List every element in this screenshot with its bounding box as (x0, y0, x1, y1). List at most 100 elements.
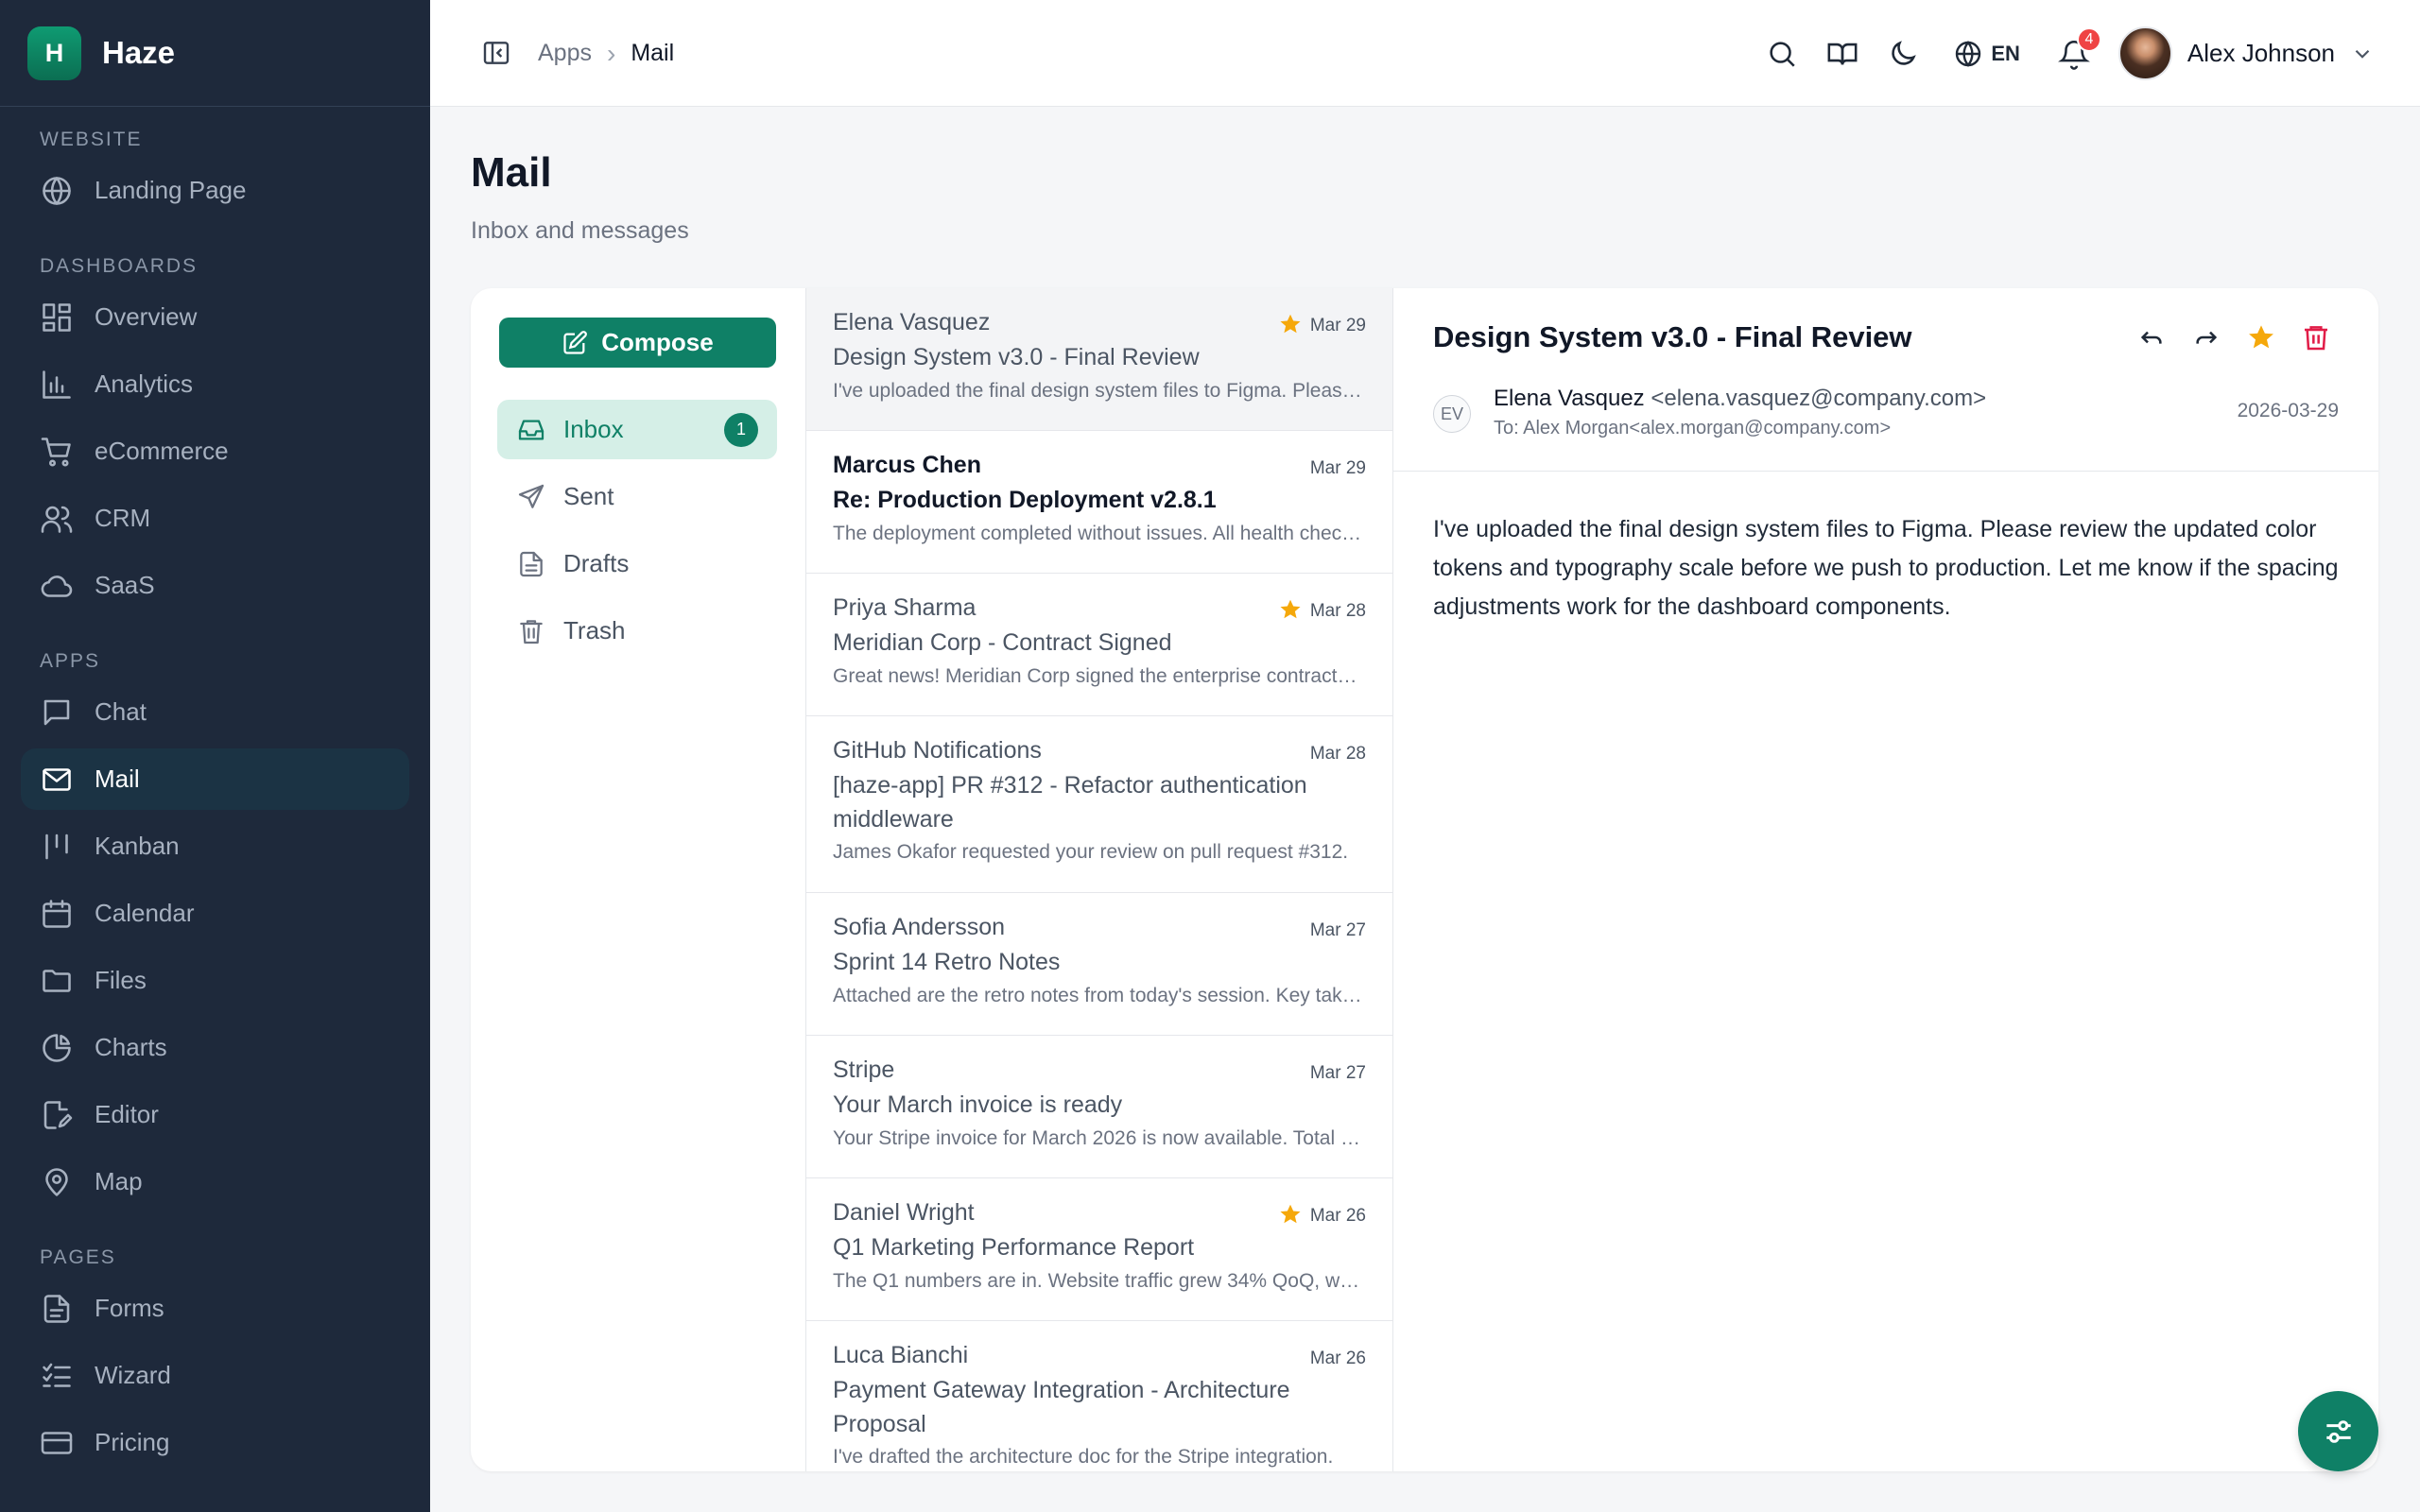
sidebar-item-label: Analytics (95, 369, 194, 398)
brand-name: Haze (102, 35, 176, 70)
message-list-item[interactable]: GitHub Notifications Mar 28 [haze-app] PR … (806, 716, 1392, 893)
message-list-item[interactable]: Luca Bianchi Mar 26 Payment Gateway Integr… (806, 1321, 1392, 1471)
customizer-button[interactable] (2298, 1391, 2378, 1471)
edit-file-icon-wrap (40, 1098, 74, 1132)
docs-button[interactable] (1826, 38, 1858, 70)
folder-sent[interactable]: Sent (497, 467, 777, 526)
message-list-item[interactable]: Stripe Mar 27 Your March invoice is ready Y… (806, 1036, 1392, 1178)
credit-card-icon-wrap (40, 1426, 74, 1460)
compose-label: Compose (601, 328, 714, 356)
notifications-button[interactable]: 4 (2057, 26, 2101, 70)
sidebar-item-ecommerce[interactable]: eCommerce (21, 421, 409, 482)
brand-logo: H (27, 26, 81, 80)
sidebar-item-crm[interactable]: CRM (21, 488, 409, 549)
sidebar-item-pricing[interactable]: Pricing (21, 1412, 409, 1473)
trash-icon (2305, 326, 2327, 351)
star-icon[interactable] (1278, 1202, 1303, 1227)
sidebar-item-wizard[interactable]: Wizard (21, 1345, 409, 1406)
message-list-item[interactable]: Sofia Andersson Mar 27 Sprint 14 Retro Not… (806, 893, 1392, 1036)
sidebar-item-landing-page[interactable]: Landing Page (21, 160, 409, 221)
language-selector[interactable]: EN (1953, 39, 2020, 69)
nav-section-title: DASHBOARDS (40, 255, 199, 277)
sidebar-item-map[interactable]: Map (21, 1151, 409, 1212)
folder-inbox[interactable]: Inbox 1 (497, 400, 777, 459)
sender-email: <elena.vasquez@company.com> (1651, 386, 1987, 411)
folder-label: Sent (563, 482, 614, 510)
reply-button[interactable] (2136, 322, 2167, 352)
folder-label: Trash (563, 616, 626, 644)
folder-label: Drafts (563, 549, 630, 577)
sidebar-item-editor[interactable]: Editor (21, 1084, 409, 1145)
sidebar-item-overview[interactable]: Overview (21, 286, 409, 348)
sidebar: H Haze WEBSITE Landing Page DASHBOARDS Over… (0, 0, 430, 1512)
sidebar-item-label: Kanban (95, 832, 180, 860)
message-list-item[interactable]: Elena Vasquez Mar 29 Design System v3.0 - … (806, 288, 1392, 431)
folder-trash[interactable]: Trash (497, 601, 777, 661)
sidebar-item-label: eCommerce (95, 437, 229, 465)
globe-icon (1956, 40, 1981, 67)
sidebar-collapse-icon (483, 42, 510, 64)
user-name: Alex Johnson (2187, 39, 2335, 67)
star-filled-icon (2249, 325, 2273, 349)
sidebar-item-analytics[interactable]: Analytics (21, 353, 409, 415)
sidebar-toggle-button[interactable] (481, 38, 511, 68)
reply-icon (2140, 331, 2162, 344)
message-subject: Re: Production Deployment v2.8.1 (833, 487, 1217, 513)
brand[interactable]: H Haze (0, 0, 430, 107)
cloud-icon-wrap (40, 569, 74, 603)
map-pin-icon-wrap (40, 1165, 74, 1199)
user-menu[interactable]: Alex Johnson (2118, 26, 2375, 80)
edit-file-icon (43, 1100, 73, 1129)
sidebar-item-saas[interactable]: SaaS (21, 555, 409, 616)
folder-icon (43, 969, 71, 992)
message-sender: Elena Vasquez (833, 309, 991, 335)
message-date: Mar 26 (1309, 1349, 1366, 1368)
inbox-icon (518, 420, 544, 439)
search-button[interactable] (1766, 38, 1798, 70)
folder-icon-wrap (516, 482, 546, 512)
sidebar-item-label: Landing Page (95, 176, 247, 204)
message-sender: Stripe (833, 1057, 895, 1083)
chat-icon-wrap (40, 696, 74, 730)
sender-name: Elena Vasquez (1494, 386, 1645, 411)
notification-count-badge: 4 (2076, 26, 2101, 52)
form-icon (43, 1294, 70, 1323)
grid-icon-wrap (40, 301, 74, 335)
forward-button[interactable] (2191, 322, 2221, 352)
sidebar-item-calendar[interactable]: Calendar (21, 883, 409, 944)
cart-icon-wrap (40, 435, 74, 469)
cart-icon (41, 437, 71, 467)
star-button[interactable] (2246, 322, 2276, 352)
theme-toggle-button[interactable] (1887, 38, 1919, 70)
message-preview: Attached are the retro notes from today'… (833, 985, 1362, 1006)
unread-count-badge: 1 (724, 412, 758, 447)
sidebar-nav: WEBSITE Landing Page DASHBOARDS Overview Ana… (0, 107, 430, 1473)
breadcrumb-parent[interactable]: Apps (538, 40, 592, 67)
message-list-item[interactable]: Marcus Chen Mar 29 Re: Production Deployme… (806, 431, 1392, 574)
message-list-item[interactable]: Daniel Wright Mar 26 Q1 Marketing Performa… (806, 1178, 1392, 1321)
sidebar-item-chat[interactable]: Chat (21, 681, 409, 743)
checklist-icon-wrap (40, 1359, 74, 1393)
delete-button[interactable] (2301, 322, 2331, 352)
star-icon[interactable] (1278, 597, 1303, 622)
trash-icon (520, 619, 543, 644)
chat-icon (43, 699, 70, 725)
message-date: Mar 26 (1309, 1206, 1366, 1226)
message-list-item[interactable]: Priya Sharma Mar 28 Meridian Corp - Contra… (806, 574, 1392, 716)
message-sender: Luca Bianchi (833, 1342, 969, 1368)
folder-drafts[interactable]: Drafts (497, 534, 777, 593)
sidebar-item-files[interactable]: Files (21, 950, 409, 1011)
message-preview: Your Stripe invoice for March 2026 is no… (833, 1127, 1362, 1149)
sidebar-item-charts[interactable]: Charts (21, 1017, 409, 1078)
header-divider (1393, 471, 2378, 472)
message-subject: Payment Gateway Integration - Architectu… (833, 1377, 1290, 1437)
page-title: Mail (471, 149, 552, 196)
sidebar-item-label: Pricing (95, 1428, 170, 1456)
sidebar-item-mail[interactable]: Mail (21, 748, 409, 810)
bar-chart-icon (43, 369, 71, 399)
breadcrumb-current: Mail (631, 40, 675, 66)
compose-button[interactable]: Compose (499, 318, 776, 368)
sidebar-item-kanban[interactable]: Kanban (21, 816, 409, 877)
star-icon[interactable] (1278, 312, 1303, 336)
sidebar-item-forms[interactable]: Forms (21, 1278, 409, 1339)
